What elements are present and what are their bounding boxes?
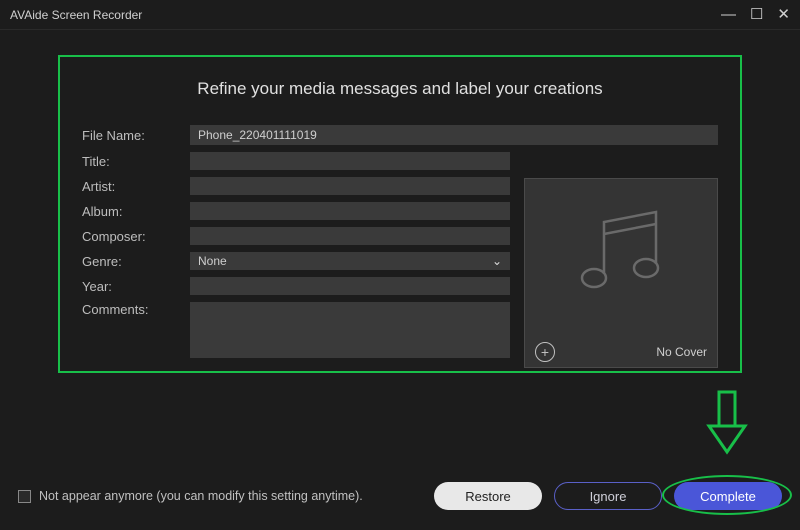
- label-genre: Genre:: [82, 254, 190, 269]
- label-artist: Artist:: [82, 179, 190, 194]
- close-icon[interactable]: ✕: [777, 7, 790, 22]
- label-album: Album:: [82, 204, 190, 219]
- ignore-button[interactable]: Ignore: [554, 482, 662, 510]
- row-genre: Genre: None ⌄: [82, 252, 510, 270]
- complete-button-label: Complete: [700, 489, 756, 504]
- arrow-down-icon: [705, 390, 749, 456]
- title-bar: AVAide Screen Recorder — ☐ ✕: [0, 0, 800, 30]
- row-filename: File Name: Phone_220401111019: [82, 125, 718, 145]
- window-controls: — ☐ ✕: [721, 7, 790, 22]
- minimize-icon[interactable]: —: [721, 7, 736, 22]
- label-title: Title:: [82, 154, 190, 169]
- complete-button[interactable]: Complete: [674, 482, 782, 510]
- fields-column: Title: Artist: Album: Composer: Genre: N…: [82, 152, 510, 368]
- label-year: Year:: [82, 279, 190, 294]
- row-composer: Composer:: [82, 227, 510, 245]
- app-title: AVAide Screen Recorder: [10, 8, 142, 22]
- not-appear-label: Not appear anymore (you can modify this …: [39, 489, 363, 503]
- input-composer[interactable]: [190, 227, 510, 245]
- cover-art-panel: + No Cover: [524, 178, 718, 368]
- add-cover-button[interactable]: +: [535, 342, 555, 362]
- chevron-down-icon: ⌄: [492, 254, 502, 268]
- panel-heading: Refine your media messages and label you…: [82, 79, 718, 99]
- maximize-icon[interactable]: ☐: [750, 7, 763, 22]
- form-area: Title: Artist: Album: Composer: Genre: N…: [82, 152, 718, 368]
- metadata-panel: Refine your media messages and label you…: [58, 55, 742, 373]
- label-filename: File Name:: [82, 128, 190, 143]
- input-filename[interactable]: Phone_220401111019: [190, 125, 718, 145]
- dropdown-genre[interactable]: None ⌄: [190, 252, 510, 270]
- restore-button[interactable]: Restore: [434, 482, 542, 510]
- button-row: Restore Ignore Complete: [434, 482, 782, 510]
- bottom-bar: Not appear anymore (you can modify this …: [0, 472, 800, 530]
- input-artist[interactable]: [190, 177, 510, 195]
- input-title[interactable]: [190, 152, 510, 170]
- input-comments[interactable]: [190, 302, 510, 358]
- label-comments: Comments:: [82, 302, 190, 317]
- plus-icon: +: [541, 345, 549, 359]
- input-year[interactable]: [190, 277, 510, 295]
- row-album: Album:: [82, 202, 510, 220]
- row-artist: Artist:: [82, 177, 510, 195]
- cover-footer: + No Cover: [525, 337, 717, 367]
- music-note-icon: [566, 204, 676, 304]
- row-title: Title:: [82, 152, 510, 170]
- label-composer: Composer:: [82, 229, 190, 244]
- not-appear-checkbox[interactable]: [18, 490, 31, 503]
- no-cover-label: No Cover: [656, 345, 707, 359]
- input-album[interactable]: [190, 202, 510, 220]
- dropdown-genre-value: None: [198, 254, 227, 268]
- row-year: Year:: [82, 277, 510, 295]
- row-comments: Comments:: [82, 302, 510, 358]
